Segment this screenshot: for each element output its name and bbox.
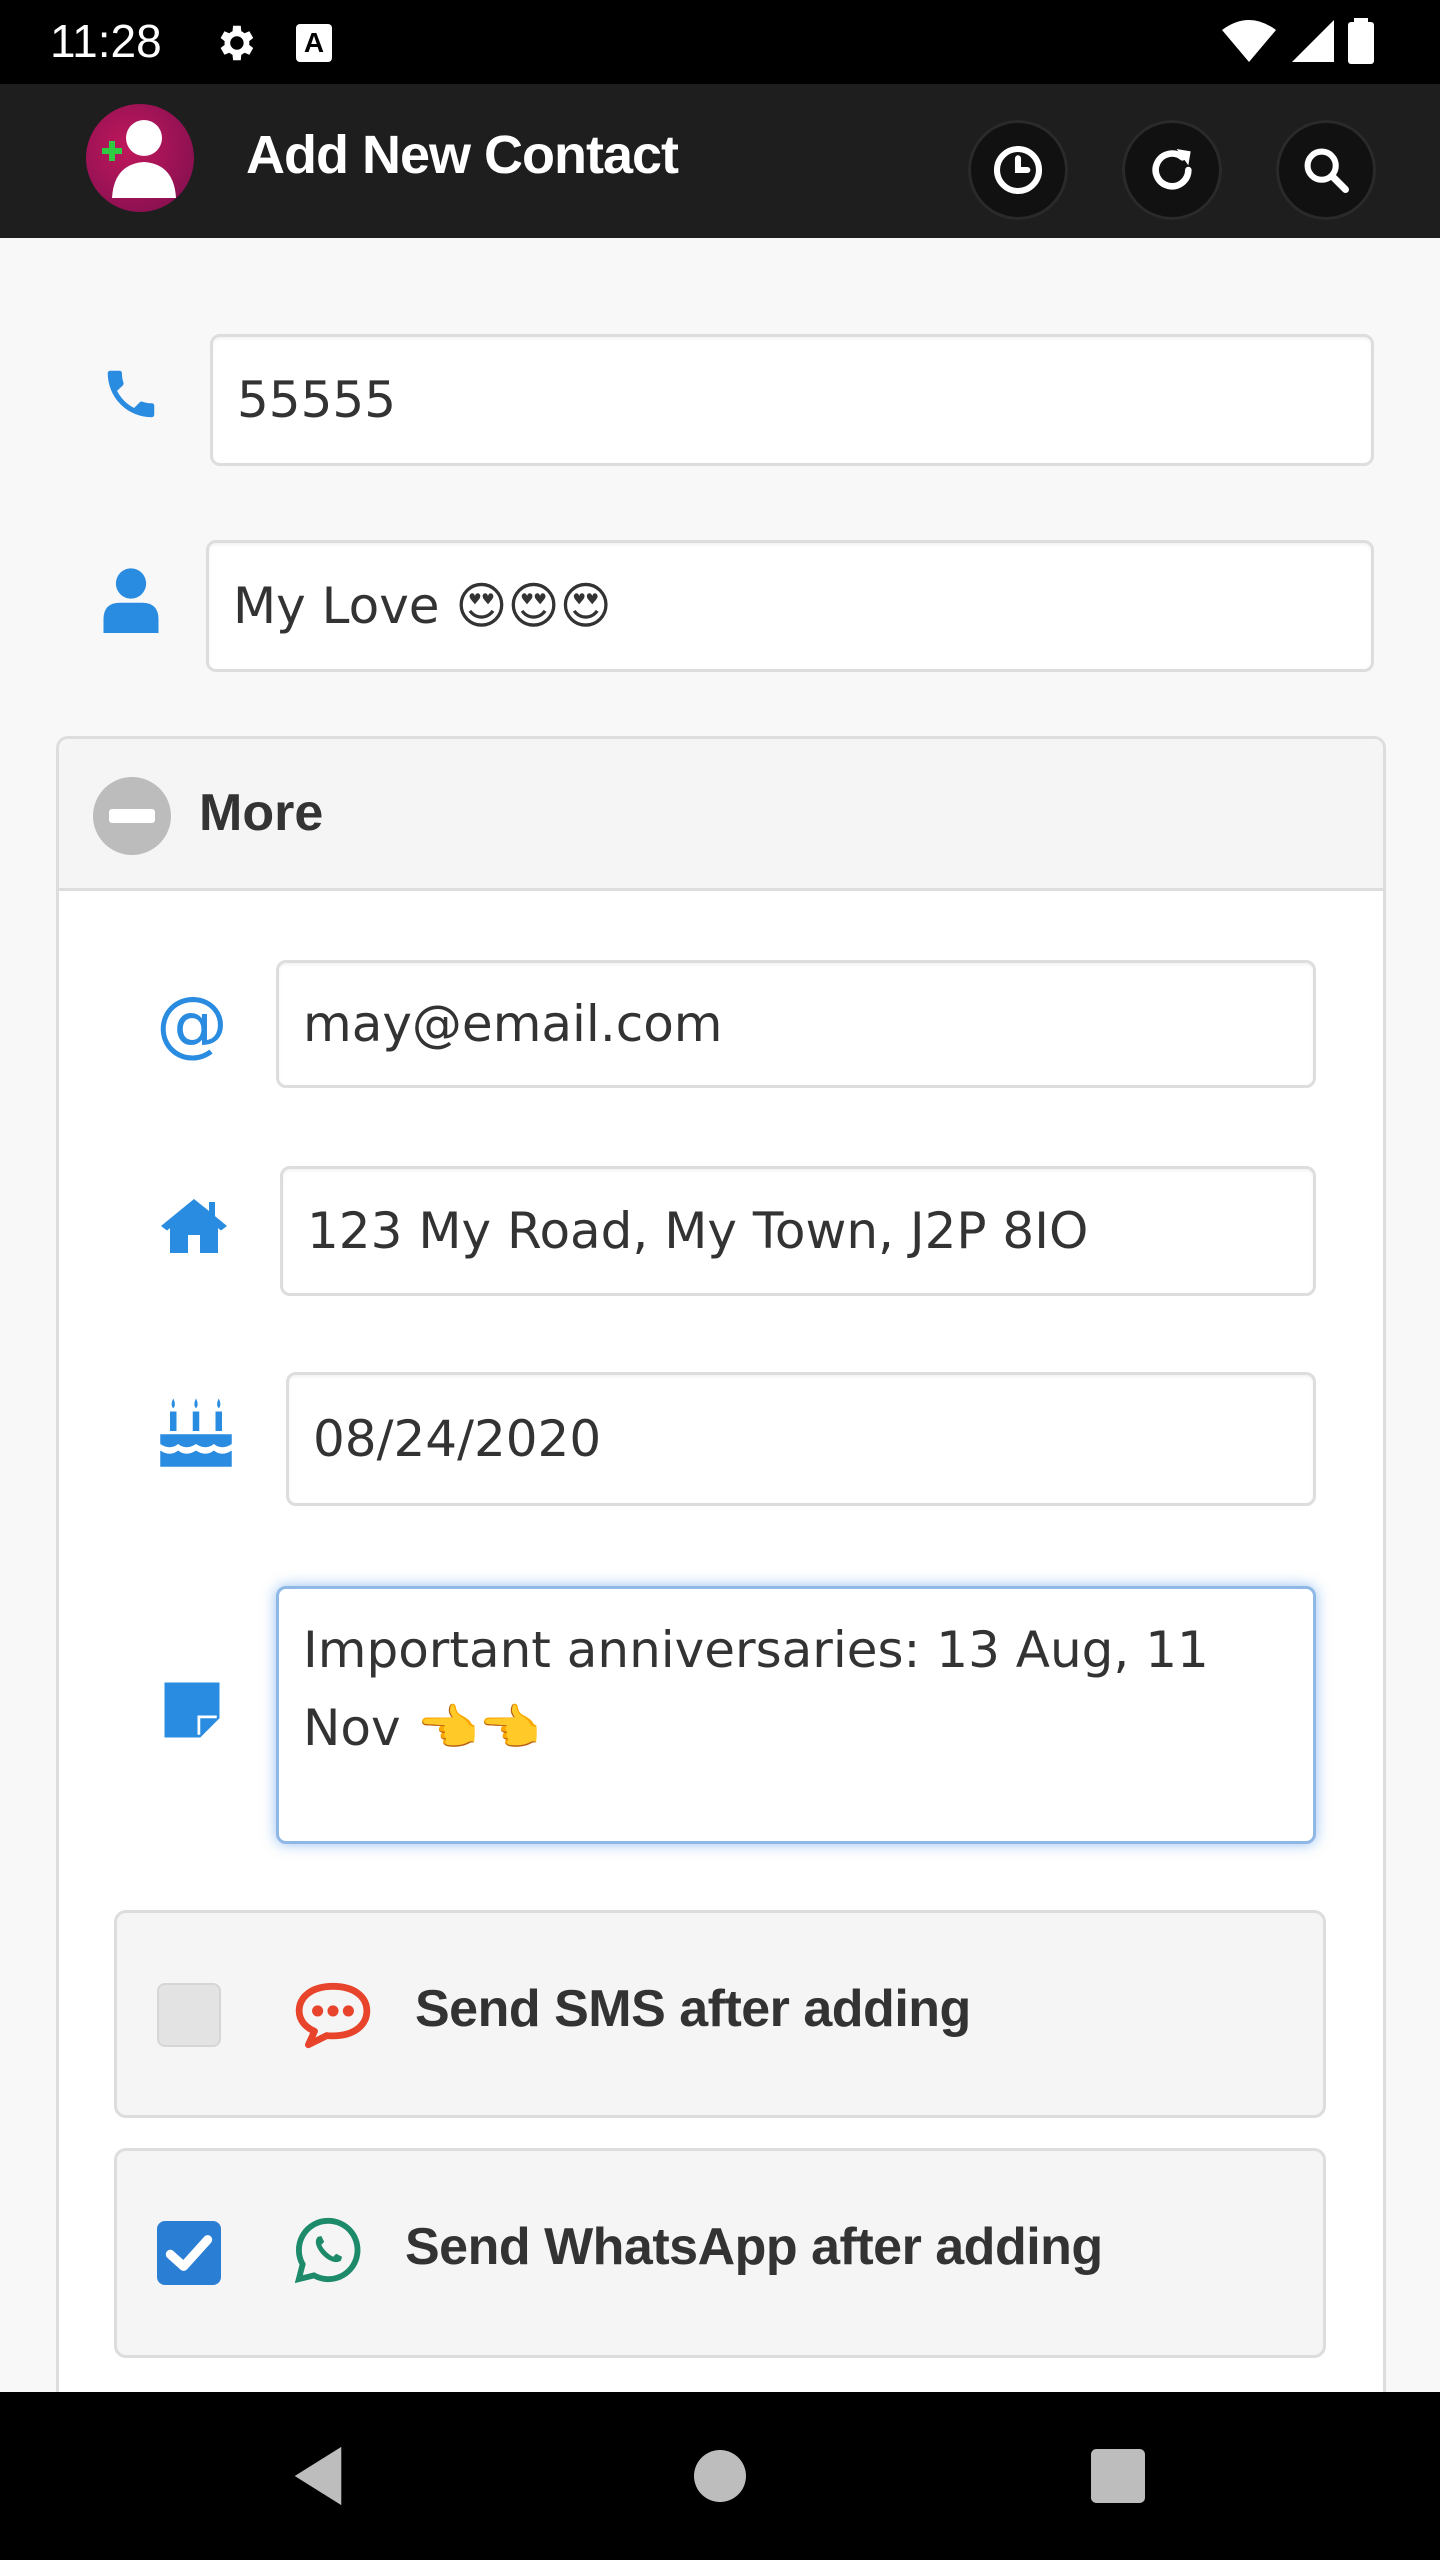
collapse-icon[interactable]: [93, 777, 171, 855]
app-bar: Add New Contact: [0, 84, 1440, 238]
sms-checkbox[interactable]: [157, 1983, 221, 2047]
send-whatsapp-option[interactable]: Send WhatsApp after adding: [114, 2148, 1326, 2358]
wifi-icon: [1222, 20, 1276, 62]
app-logo: [86, 104, 194, 212]
notes-textarea[interactable]: Important anniversaries: 13 Aug, 11 Nov …: [276, 1586, 1316, 1844]
signal-icon: [1292, 20, 1334, 62]
birthday-input[interactable]: 08/24/2020: [286, 1372, 1316, 1506]
whatsapp-icon: [294, 2217, 361, 2284]
recents-button[interactable]: [1078, 2436, 1158, 2516]
send-sms-option[interactable]: Send SMS after adding: [114, 1910, 1326, 2118]
system-status-icons: [1222, 18, 1374, 64]
whatsapp-label: Send WhatsApp after adding: [405, 2218, 1103, 2276]
recents-icon: [1091, 2449, 1145, 2503]
contact-form: 55555 My Love 😍😍😍 More @ may@email.com 1…: [0, 238, 1440, 2392]
system-nav-bar: [0, 2392, 1440, 2560]
person-icon: [96, 560, 166, 640]
address-input[interactable]: 123 My Road, My Town, J2P 8IO: [280, 1166, 1316, 1296]
history-button[interactable]: [968, 120, 1068, 220]
more-panel-header[interactable]: More: [59, 739, 1383, 891]
checkmark-icon: [165, 2235, 213, 2271]
search-button[interactable]: [1276, 120, 1376, 220]
sms-label: Send SMS after adding: [415, 1980, 971, 2038]
back-button[interactable]: [278, 2436, 358, 2516]
birthday-cake-icon: [156, 1388, 236, 1474]
search-icon: [1304, 148, 1349, 193]
history-icon: [993, 145, 1043, 195]
home-button[interactable]: [680, 2436, 760, 2516]
page-title: Add New Contact: [246, 125, 679, 185]
a-icon: A: [296, 24, 332, 62]
home-circle-icon: [694, 2450, 746, 2502]
status-time: 11:28: [50, 15, 162, 67]
battery-icon: [1348, 18, 1374, 64]
gear-icon: [220, 25, 254, 61]
phone-input[interactable]: 55555: [210, 334, 1374, 466]
more-title: More: [199, 784, 324, 842]
back-icon: [294, 2446, 342, 2506]
home-icon: [152, 1186, 236, 1266]
at-icon: @: [156, 981, 228, 1065]
email-input[interactable]: may@email.com: [276, 960, 1316, 1088]
note-icon: [156, 1672, 228, 1748]
status-bar: 11:28 A: [0, 0, 1440, 84]
refresh-icon: [1152, 149, 1192, 190]
phone-icon: [96, 354, 166, 434]
add-contact-icon: [102, 120, 176, 198]
whatsapp-checkbox[interactable]: [157, 2221, 221, 2285]
sms-icon: [295, 1982, 371, 2049]
refresh-button[interactable]: [1122, 120, 1222, 220]
name-input[interactable]: My Love 😍😍😍: [206, 540, 1374, 672]
